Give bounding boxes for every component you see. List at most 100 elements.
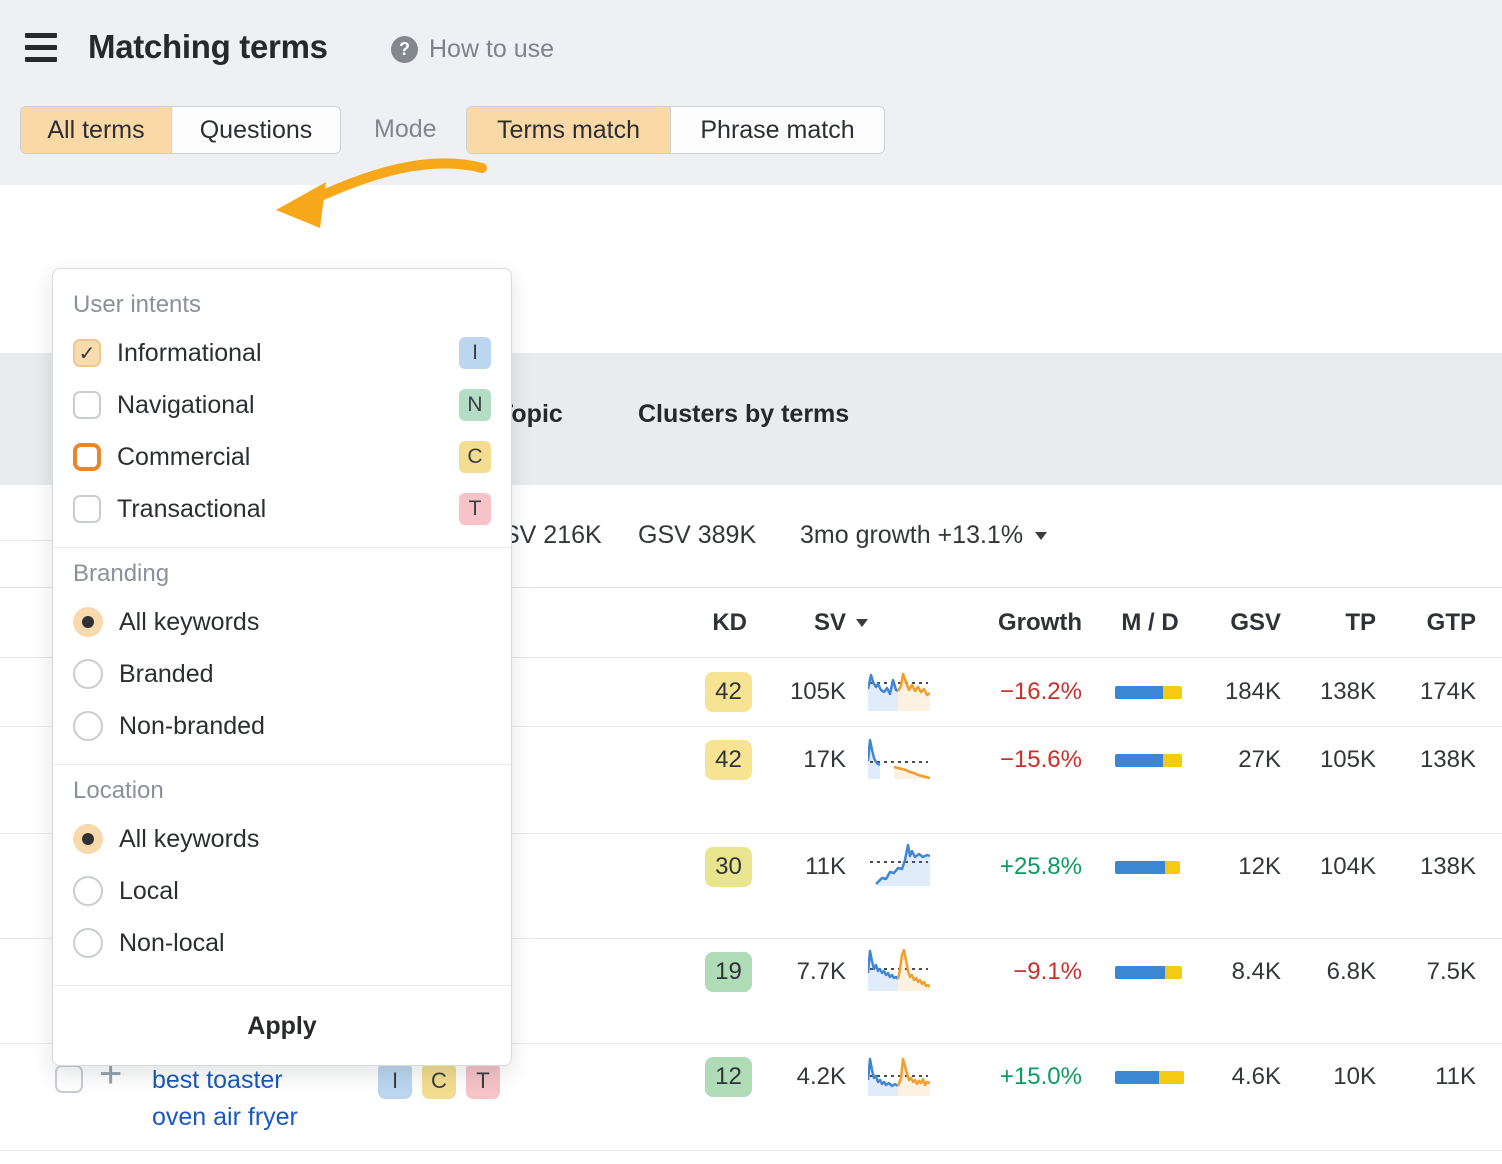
mobile-share (1115, 754, 1163, 767)
summary-gsv: GSV 389K (638, 521, 756, 550)
gsv-value: 184K (1181, 678, 1281, 706)
desktop-share (1163, 686, 1182, 699)
option-label: Branded (119, 660, 214, 689)
keyword-link[interactable]: best toaster oven air fryer (152, 1062, 327, 1136)
option-non-branded[interactable]: Non-branded (53, 700, 511, 752)
kd-badge: 12 (705, 1057, 752, 1097)
apply-button[interactable]: Apply (53, 998, 511, 1065)
gsv-value: 8.4K (1181, 958, 1281, 986)
col-tp[interactable]: TP (1276, 588, 1376, 657)
section-title-location: Location (73, 777, 491, 805)
gsv-value: 12K (1181, 853, 1281, 881)
summary-growth[interactable]: 3mo growth +13.1% (800, 521, 1047, 550)
gsv-value: 27K (1181, 746, 1281, 774)
intents-dropdown-panel: User intents✓InformationalINavigationalN… (52, 268, 512, 1066)
radio-button[interactable] (73, 659, 103, 689)
checkbox[interactable] (73, 391, 101, 419)
section-title-branding: Branding (73, 560, 491, 588)
option-all-keywords[interactable]: All keywords (53, 813, 511, 865)
gtp-value: 138K (1376, 853, 1476, 881)
option-label: Non-branded (119, 712, 265, 741)
tab-all-terms[interactable]: All terms (21, 107, 171, 153)
col-gsv[interactable]: GSV (1181, 588, 1281, 657)
gtp-value: 11K (1376, 1063, 1476, 1091)
gsv-value: 4.6K (1181, 1063, 1281, 1091)
desktop-share (1165, 861, 1180, 874)
intent-option-informational[interactable]: ✓ Informational I (53, 327, 511, 379)
mode-label: Mode (374, 115, 437, 144)
gtp-value: 138K (1376, 746, 1476, 774)
tab-terms-match[interactable]: Terms match (467, 107, 670, 153)
section-title-user-intents: User intents (73, 291, 491, 319)
menu-icon[interactable] (25, 33, 57, 63)
col-kd[interactable]: KD (660, 588, 747, 657)
intent-option-navigational[interactable]: NavigationalN (53, 379, 511, 431)
intent-badges: ICT (378, 1063, 500, 1099)
intent-badge-t: T (459, 493, 491, 525)
option-branded[interactable]: Branded (53, 648, 511, 700)
radio-button[interactable] (73, 876, 103, 906)
chevron-down-icon (1035, 532, 1047, 540)
summary-sv: SV 216K (503, 521, 602, 550)
section-divider (53, 764, 511, 765)
option-non-local[interactable]: Non-local (53, 917, 511, 969)
sparkline (868, 842, 930, 890)
col-sv[interactable]: SV (770, 588, 846, 657)
option-local[interactable]: Local (53, 865, 511, 917)
row-divider-stub (0, 540, 52, 541)
mobile-share (1115, 686, 1163, 699)
col-growth[interactable]: Growth (952, 588, 1082, 657)
checkbox[interactable] (73, 495, 101, 523)
sparkline (868, 947, 930, 995)
radio-button[interactable] (73, 928, 103, 958)
intent-badge-t: T (466, 1063, 500, 1099)
option-label: Informational (117, 339, 262, 368)
tp-value: 6.8K (1276, 958, 1376, 986)
row-checkbox[interactable] (55, 1065, 83, 1093)
desktop-share (1163, 754, 1182, 767)
help-icon[interactable]: ? (391, 36, 418, 63)
radio-button[interactable] (73, 711, 103, 741)
tab-questions[interactable]: Questions (171, 107, 340, 153)
option-label: All keywords (119, 825, 259, 854)
intent-badge-c: C (459, 441, 491, 473)
mobile-desktop-bar (1115, 1071, 1184, 1084)
scope-tabs: All terms Questions (20, 106, 341, 154)
checkbox[interactable] (73, 443, 101, 471)
sparkline (868, 735, 930, 783)
sparkline (868, 667, 930, 715)
mobile-desktop-bar (1115, 966, 1182, 979)
kd-badge: 30 (705, 847, 752, 887)
tp-value: 138K (1276, 678, 1376, 706)
option-label: Navigational (117, 391, 255, 420)
gtp-value: 7.5K (1376, 958, 1476, 986)
growth-value: −16.2% (952, 678, 1082, 706)
growth-value: −15.6% (952, 746, 1082, 774)
desktop-share (1165, 966, 1182, 979)
tp-value: 105K (1276, 746, 1376, 774)
option-label: Local (119, 877, 179, 906)
option-all-keywords[interactable]: All keywords (53, 596, 511, 648)
checkbox[interactable]: ✓ (73, 339, 101, 367)
gtp-value: 174K (1376, 678, 1476, 706)
sv-value: 105K (746, 678, 846, 706)
mobile-desktop-bar (1115, 861, 1180, 874)
group-header-clusters: Clusters by terms (638, 400, 849, 429)
how-to-use-link[interactable]: How to use (429, 35, 554, 64)
kd-badge: 19 (705, 952, 752, 992)
sv-value: 7.7K (746, 958, 846, 986)
col-gtp[interactable]: GTP (1376, 588, 1476, 657)
sv-value: 11K (746, 853, 846, 881)
option-label: Commercial (117, 443, 250, 472)
intent-option-transactional[interactable]: TransactionalT (53, 483, 511, 535)
tp-value: 10K (1276, 1063, 1376, 1091)
radio-button[interactable] (73, 607, 103, 637)
intent-option-commercial[interactable]: Commercial C (53, 431, 511, 483)
page-title: Matching terms (88, 28, 328, 66)
radio-button[interactable] (73, 824, 103, 854)
kd-badge: 42 (705, 740, 752, 780)
tab-phrase-match[interactable]: Phrase match (670, 107, 884, 153)
growth-value: +25.8% (952, 853, 1082, 881)
intent-badge-i: I (459, 337, 491, 369)
mobile-share (1115, 1071, 1159, 1084)
